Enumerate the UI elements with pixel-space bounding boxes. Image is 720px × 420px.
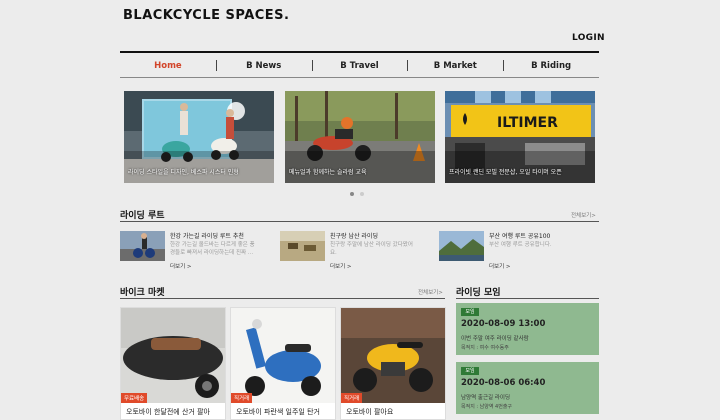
route-desc-1: 한강 가는길 올드바는 다르게 좋은 풍 경들로 빠져서 라이딩하는데 진짜 .… <box>170 241 270 257</box>
meet-card-1[interactable]: 모임 2020-08-09 13:00 이번 주말 여주 라이딩 같사람 목적지… <box>456 303 599 355</box>
route-thumb-2 <box>280 231 325 261</box>
route-item-3[interactable]: 부산 여행 루트 공유100 부산 여행 루트 공유합니다. 더보기 > <box>439 231 589 271</box>
route-desc-2-line-1: 친구랑 주말에 남산 라이딩 갔다왔어 <box>330 242 413 248</box>
market-card-1-badge: 무료배송 <box>121 393 148 403</box>
nav-item-b-travel[interactable]: B Travel <box>311 55 408 77</box>
meet-card-2-date: 2020-08-06 06:40 <box>461 378 546 388</box>
slide-2[interactable]: 메뉴얼과 함께하는 슬라럼 교육 <box>285 91 435 183</box>
meet-card-1-destination: 목적지 : 여수 여수동주 <box>461 345 509 351</box>
meet-card-2-desc: 남양역 출근길 라이딩 <box>461 395 511 401</box>
market-card-2-image <box>231 308 335 403</box>
nav-bottom-border <box>120 77 599 78</box>
market-card-3-title: 오토바이 팔아요 <box>346 408 394 416</box>
route-more-2[interactable]: 더보기 > <box>330 262 352 270</box>
market-card-2-title: 오토바이 파란색 일주일 탄거 <box>236 408 320 416</box>
slide-1[interactable]: 라이딩 스타일을 디자인, 베스파 시스터 인형 <box>124 91 274 183</box>
route-item-1[interactable]: 한강 가는길 라이딩 루트 추천 한강 가는길 올드바는 다르게 좋은 풍 경들… <box>120 231 270 271</box>
market-card-1-image <box>121 308 225 403</box>
riding-route-more-link[interactable]: 전체보기> <box>571 211 596 219</box>
meet-card-2[interactable]: 모임 2020-08-06 06:40 남양역 출근길 라이딩 목적지 : 남양… <box>456 362 599 414</box>
bike-market-title: 바이크 마켓 <box>120 288 165 298</box>
route-desc-1-line-2: 경들로 빠져서 라이딩하는데 진짜 ... <box>170 250 254 256</box>
riding-meet-divider <box>456 298 599 299</box>
slide-1-caption: 라이딩 스타일을 디자인, 베스파 시스터 인형 <box>128 169 239 176</box>
slide-2-caption: 메뉴얼과 함께하는 슬라럼 교육 <box>289 169 367 176</box>
route-title-2: 친구랑 남산 라이딩 <box>330 233 378 240</box>
riding-meet-title: 라이딩 모임 <box>456 288 501 298</box>
nav-item-b-market[interactable]: B Market <box>407 55 503 77</box>
route-more-1[interactable]: 더보기 > <box>170 262 192 270</box>
route-desc-3: 부산 여행 루트 공유합니다. <box>489 241 589 249</box>
slider-dots <box>350 192 364 196</box>
meet-card-2-destination: 목적지 : 남양역 4번출구 <box>461 404 513 410</box>
route-desc-2: 친구랑 주말에 남산 라이딩 갔다왔어 요. <box>330 241 430 257</box>
route-thumb-1 <box>120 231 165 261</box>
page: BLACKCYCLE SPACES. LOGIN Home B News B T… <box>0 0 720 420</box>
market-card-1-title: 오토바이 한달전에 산거 팔아 <box>126 408 210 416</box>
market-card-3-image <box>341 308 445 403</box>
meet-card-1-date: 2020-08-09 13:00 <box>461 319 546 329</box>
route-title-3: 부산 여행 루트 공유100 <box>489 233 551 240</box>
riding-route-divider <box>120 221 599 222</box>
shop-sign-text: ILTIMER <box>497 115 558 131</box>
market-card-2-badge: 직거래 <box>231 393 253 403</box>
meet-card-1-desc: 이번 주말 여주 라이딩 같사람 <box>461 336 529 342</box>
route-desc-3-line-1: 부산 여행 루트 공유합니다. <box>489 242 552 248</box>
meet-card-1-tag: 모임 <box>461 308 479 316</box>
nav-item-b-riding[interactable]: B Riding <box>503 55 599 77</box>
bike-market-more-link[interactable]: 전체보기> <box>418 288 443 296</box>
meet-card-2-tag: 모임 <box>461 367 479 375</box>
bike-market-divider <box>120 298 445 299</box>
market-card-1[interactable]: 무료배송 오토바이 한달전에 산거 팔아 <box>120 307 226 420</box>
market-card-3-badge: 직거래 <box>341 393 363 403</box>
route-thumb-3 <box>439 231 484 261</box>
riding-route-title: 라이딩 루트 <box>120 211 165 221</box>
slider-dot-1[interactable] <box>350 192 354 196</box>
nav-item-b-news[interactable]: B News <box>215 55 312 77</box>
market-card-2[interactable]: 직거래 오토바이 파란색 일주일 탄거 <box>230 307 336 420</box>
slide-3[interactable]: ILTIMER 프라이빗 랜딘 모빌 전문샵, 오일 타이머 오픈 <box>445 91 595 183</box>
route-more-3[interactable]: 더보기 > <box>489 262 511 270</box>
site-logo[interactable]: BLACKCYCLE SPACES. <box>123 8 290 23</box>
nav-top-border <box>120 51 599 53</box>
market-card-3[interactable]: 직거래 오토바이 팔아요 <box>340 307 446 420</box>
route-item-2[interactable]: 친구랑 남산 라이딩 친구랑 주말에 남산 라이딩 갔다왔어 요. 더보기 > <box>280 231 430 271</box>
main-nav: Home B News B Travel B Market B Riding <box>120 55 599 77</box>
nav-item-home[interactable]: Home <box>120 55 216 77</box>
login-link[interactable]: LOGIN <box>572 33 605 43</box>
route-title-1: 한강 가는길 라이딩 루트 추천 <box>170 233 244 240</box>
route-desc-2-line-2: 요. <box>330 250 337 256</box>
slider-dot-2[interactable] <box>360 192 364 196</box>
slide-3-caption: 프라이빗 랜딘 모빌 전문샵, 오일 타이머 오픈 <box>449 169 562 176</box>
route-desc-1-line-1: 한강 가는길 올드바는 다르게 좋은 풍 <box>170 242 255 248</box>
banner-slider: 라이딩 스타일을 디자인, 베스파 시스터 인형 메뉴얼과 함께하는 슬라럼 교… <box>124 91 596 183</box>
